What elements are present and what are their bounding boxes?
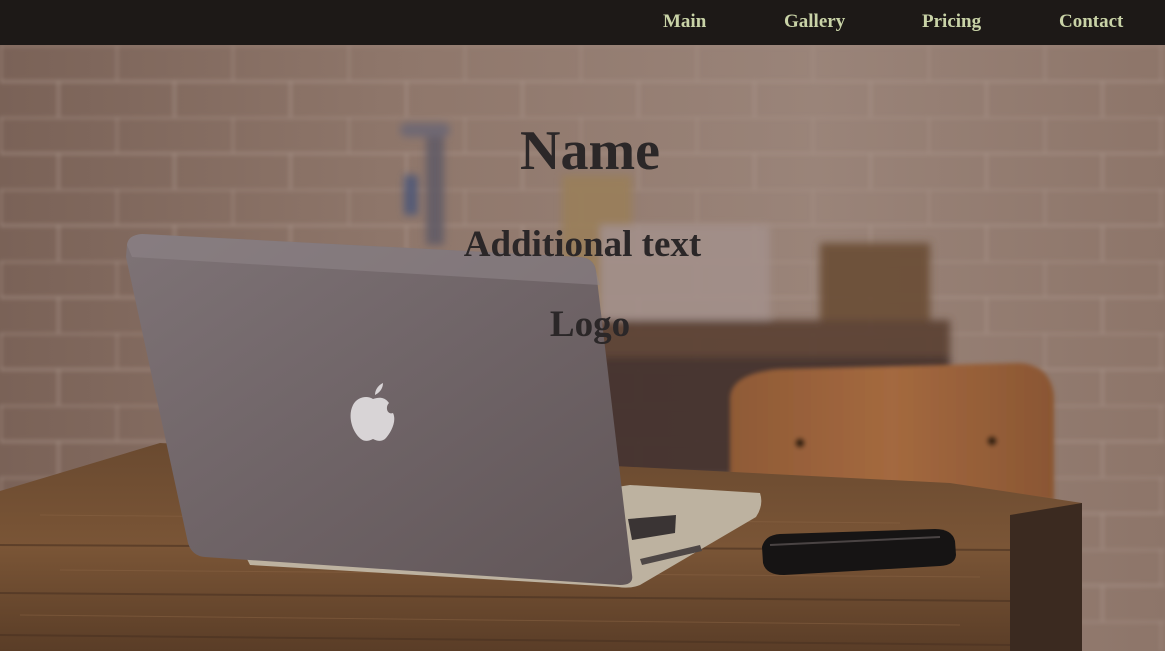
- page: Main Gallery Pricing Contact Name Additi…: [0, 0, 1165, 651]
- hero-section: Name Additional text Logo: [0, 45, 1165, 651]
- hero-additional-text: Additional text: [463, 224, 702, 265]
- nav-link-main[interactable]: Main: [663, 11, 706, 33]
- top-navigation-bar: Main Gallery Pricing Contact: [0, 0, 1165, 45]
- hero-logo-text: Logo: [549, 304, 631, 345]
- nav-link-pricing[interactable]: Pricing: [922, 11, 981, 33]
- hero-name-heading: Name: [520, 120, 660, 182]
- nav-link-contact[interactable]: Contact: [1059, 11, 1123, 33]
- nav-link-gallery[interactable]: Gallery: [784, 11, 845, 33]
